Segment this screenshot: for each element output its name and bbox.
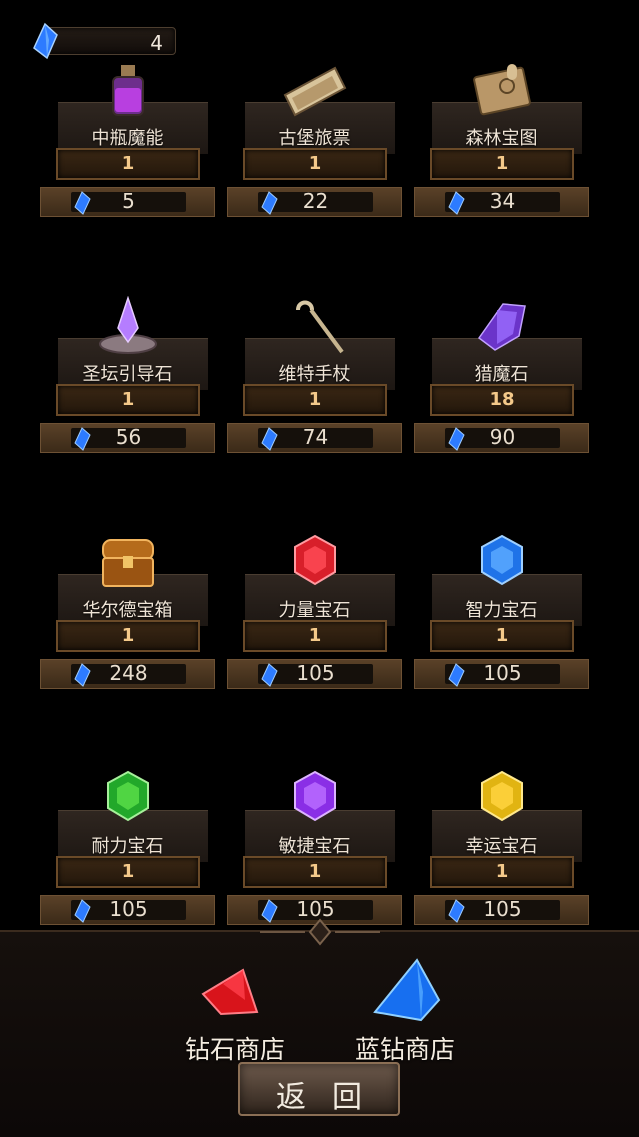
- blue-diamond-icon: [33, 22, 58, 60]
- item-quantity: 1: [495, 625, 509, 646]
- blue-diamond-shop-icon: [373, 958, 441, 1022]
- item-price-box: 34: [414, 187, 589, 217]
- purple-crystal-icon: [477, 303, 526, 351]
- back-button[interactable]: 返回: [238, 1062, 400, 1116]
- item-price: 90: [489, 425, 516, 449]
- item-price-box: 22: [227, 187, 402, 217]
- item-name: 智力宝石: [465, 600, 538, 621]
- item-quantity: 1: [121, 625, 135, 646]
- item-quantity-box: 1: [56, 620, 200, 652]
- item-name: 力量宝石: [278, 600, 351, 621]
- item-price-box: 74: [227, 423, 402, 453]
- item-quantity-box: 1: [56, 148, 200, 180]
- item-quantity: 1: [121, 153, 135, 174]
- red-diamond-icon: [201, 968, 259, 1016]
- item-name: 华尔德宝箱: [82, 600, 173, 621]
- item-name: 敏捷宝石: [278, 836, 351, 857]
- blue-diamond-shop-label: 蓝钻商店: [354, 1035, 455, 1064]
- item-price-box: 56: [40, 423, 215, 453]
- item-quantity-box: 1: [243, 620, 387, 652]
- item-name: 幸运宝石: [465, 836, 538, 857]
- altar-crystal-icon: [98, 296, 157, 354]
- item-price-box: 248: [40, 659, 215, 689]
- item-price: 105: [483, 661, 522, 685]
- shop-item-card[interactable]: 中瓶魔能 1 5: [40, 60, 215, 230]
- item-quantity-box: 1: [243, 856, 387, 888]
- item-quantity: 1: [308, 861, 322, 882]
- item-price-box: 105: [414, 895, 589, 925]
- item-quantity-box: 1: [430, 148, 574, 180]
- shop-item-card[interactable]: 圣坛引导石 1 56: [40, 296, 215, 466]
- shop-item-card[interactable]: 猎魔石 18 90: [414, 296, 589, 466]
- treasure-map-icon: [472, 64, 531, 116]
- item-price: 105: [109, 897, 148, 921]
- item-quantity: 1: [495, 153, 509, 174]
- item-price: 5: [122, 189, 135, 213]
- item-quantity: 1: [121, 861, 135, 882]
- item-name: 耐力宝石: [91, 836, 164, 857]
- item-name: 圣坛引导石: [82, 364, 173, 385]
- shop-item-card[interactable]: 森林宝图 1 34: [414, 60, 589, 230]
- item-price: 22: [302, 189, 329, 213]
- item-price: 74: [302, 425, 329, 449]
- shop-item-card[interactable]: 古堡旅票 1 22: [227, 60, 402, 230]
- item-price: 56: [115, 425, 142, 449]
- item-name: 维特手杖: [278, 364, 351, 385]
- diamond-shop-label: 钻石商店: [184, 1035, 285, 1064]
- shop-item-card[interactable]: 智力宝石 1 105: [414, 532, 589, 702]
- item-quantity-box: 1: [56, 856, 200, 888]
- item-quantity-box: 1: [430, 856, 574, 888]
- item-quantity-box: 1: [243, 148, 387, 180]
- item-quantity-box: 1: [243, 384, 387, 416]
- item-price: 34: [489, 189, 516, 213]
- item-quantity-box: 1: [56, 384, 200, 416]
- red-gem-icon: [293, 534, 336, 586]
- balance-value: 4: [150, 31, 163, 55]
- purple-gem-icon: [293, 770, 336, 822]
- green-gem-icon: [106, 770, 149, 822]
- item-price-box: 5: [40, 187, 215, 217]
- item-name: 古堡旅票: [278, 128, 351, 149]
- item-quantity: 1: [308, 153, 322, 174]
- item-price: 105: [296, 661, 335, 685]
- cane-staff-icon: [295, 300, 344, 354]
- ticket-icon: [283, 66, 346, 117]
- shop-item-card[interactable]: 力量宝石 1 105: [227, 532, 402, 702]
- shop-item-grid: 中瓶魔能 1 5 古堡旅票 1 22 森林宝图 1 34 圣坛引导石 1 56 …: [40, 60, 600, 940]
- item-name: 中瓶魔能: [91, 128, 164, 149]
- shop-item-card[interactable]: 幸运宝石 1 105: [414, 768, 589, 938]
- item-name: 森林宝图: [465, 128, 538, 149]
- shop-item-card[interactable]: 华尔德宝箱 1 248: [40, 532, 215, 702]
- item-price-box: 105: [40, 895, 215, 925]
- shop-item-card[interactable]: 维特手杖 1 74: [227, 296, 402, 466]
- yellow-gem-icon: [480, 770, 523, 822]
- shop-item-card[interactable]: 敏捷宝石 1 105: [227, 768, 402, 938]
- diamond-shop-button[interactable]: 钻石商店: [170, 942, 300, 1064]
- blue-diamond-shop-button[interactable]: 蓝钻商店: [340, 942, 470, 1064]
- item-price: 105: [483, 897, 522, 921]
- blue-gem-icon: [480, 534, 523, 586]
- item-price-box: 105: [227, 659, 402, 689]
- item-quantity: 1: [121, 389, 135, 410]
- potion-bottle-icon: [111, 65, 144, 116]
- item-quantity: 1: [495, 861, 509, 882]
- item-quantity: 1: [308, 389, 322, 410]
- balance-bar: 4: [44, 27, 176, 55]
- item-quantity-box: 18: [430, 384, 574, 416]
- blue-diamond-balance: 4: [30, 22, 178, 60]
- treasure-chest-icon: [101, 539, 154, 587]
- shop-item-card[interactable]: 耐力宝石 1 105: [40, 768, 215, 938]
- item-price: 248: [109, 661, 148, 685]
- item-quantity-box: 1: [430, 620, 574, 652]
- item-quantity: 18: [489, 389, 515, 410]
- item-quantity: 1: [308, 625, 322, 646]
- item-price-box: 105: [414, 659, 589, 689]
- item-name: 猎魔石: [474, 364, 529, 385]
- back-label: 返回: [276, 1080, 388, 1115]
- item-price-box: 90: [414, 423, 589, 453]
